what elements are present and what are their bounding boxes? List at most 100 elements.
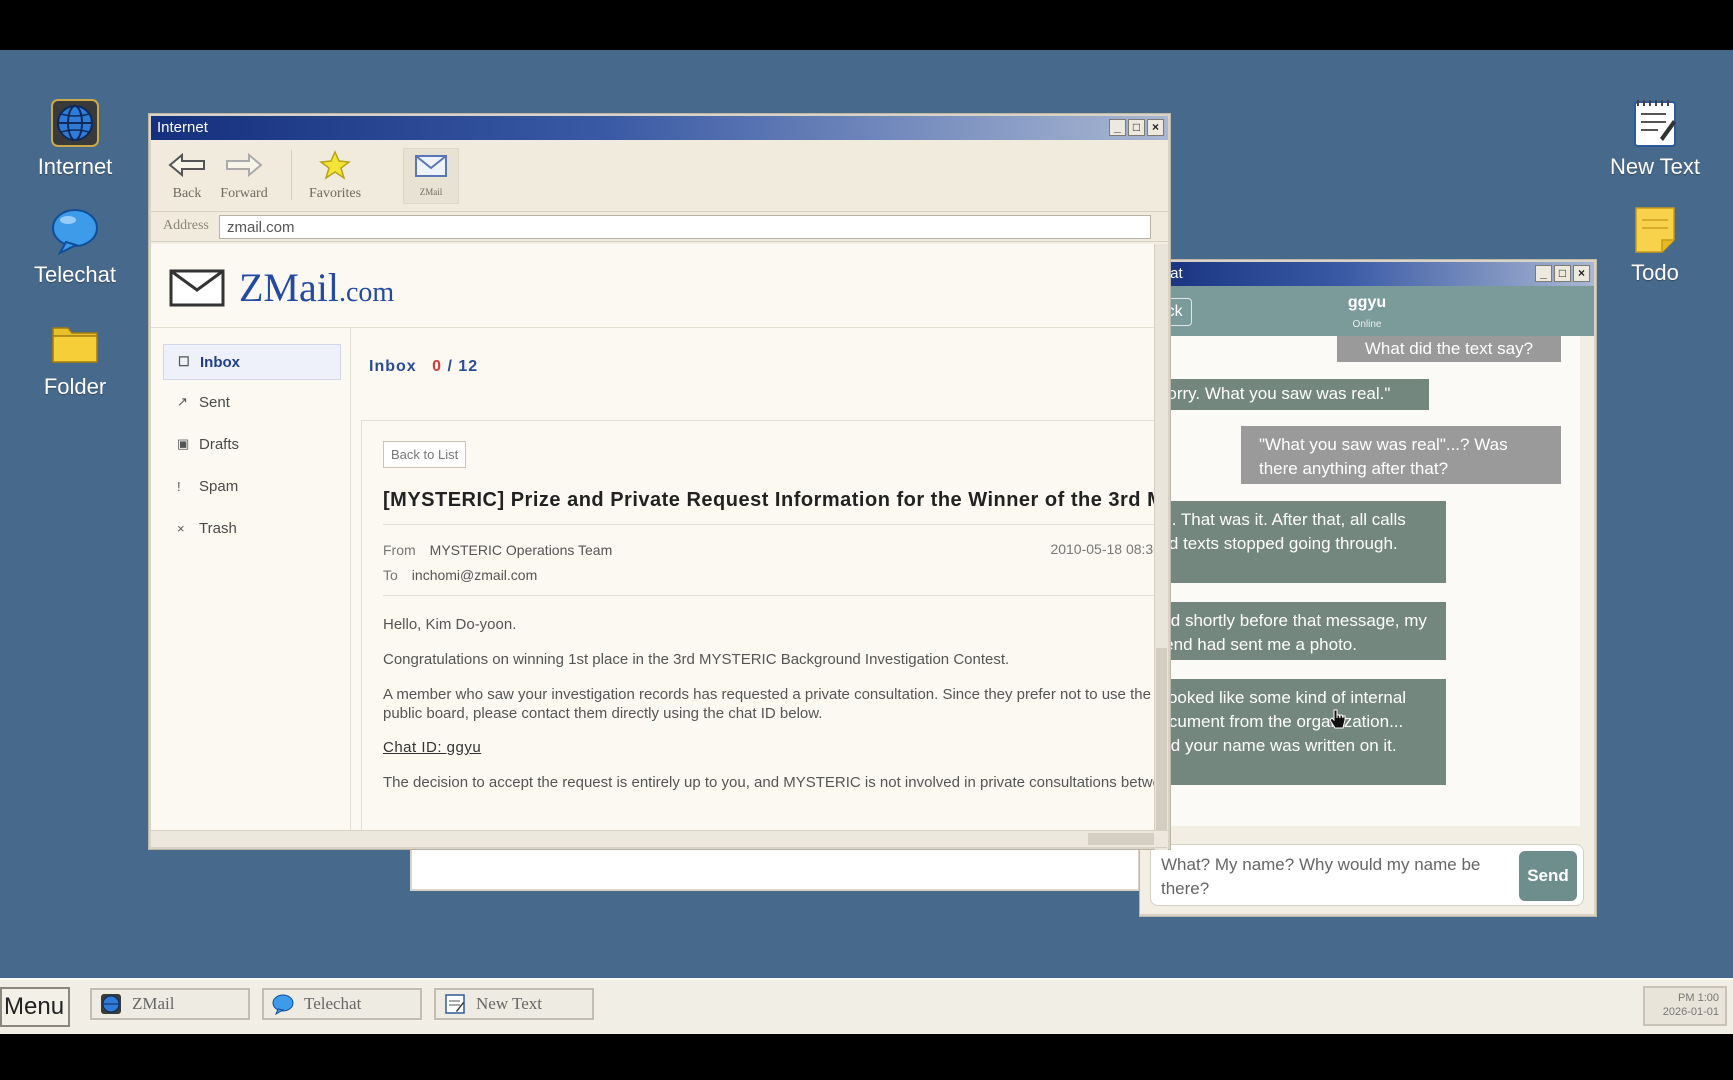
chat-bubble-icon: [272, 994, 294, 1015]
chat-contact-status: Online: [1352, 319, 1382, 330]
back-to-list-button[interactable]: Back to List: [383, 441, 467, 468]
desktop-icon-folder[interactable]: Folder: [10, 318, 140, 400]
taskbar-item-telechat[interactable]: Telechat: [262, 988, 422, 1020]
telechat-window: echat _ □ × Back ggyu Online What did th…: [1138, 260, 1596, 916]
sidebar-item-label: Sent: [199, 393, 230, 411]
address-label: Address: [163, 218, 209, 233]
desktop-icon-todo[interactable]: Todo: [1590, 204, 1720, 286]
mail-view: Back to List [MYSTERIC] Prize and Privat…: [361, 420, 1168, 832]
mail-content: Inbox 0 / 12 Back to List [MYSTERIC] Pri…: [351, 328, 1168, 832]
sidebar-item-trash[interactable]: × Trash: [163, 510, 341, 546]
clock-date: 2026-01-01: [1662, 1006, 1719, 1018]
mail-subject: [MYSTERIC] Prize and Private Request Inf…: [383, 489, 1168, 511]
sidebar-item-label: Drafts: [199, 435, 240, 453]
taskbar: Menu ZMail Telechat New Text PM 1:00 202…: [0, 978, 1733, 1034]
mail-to: To inchomi@zmail.com: [383, 567, 537, 583]
desktop-icon-label: New Text: [1609, 154, 1701, 179]
minimize-button[interactable]: _: [1535, 265, 1552, 282]
inbox-label: Inbox: [369, 358, 417, 375]
taskbar-item-zmail[interactable]: ZMail: [90, 988, 250, 1020]
taskbar-clock[interactable]: PM 1:00 2026-01-01: [1643, 986, 1727, 1026]
mail-paragraph: Congratulations on winning 1st place in …: [383, 651, 1010, 668]
close-button[interactable]: ×: [1147, 119, 1164, 136]
send-button[interactable]: Send: [1519, 851, 1577, 901]
scroll-thumb[interactable]: [1156, 648, 1167, 848]
brand-tld: .com: [338, 277, 395, 308]
mail-paragraph: public board, please contact them direct…: [383, 705, 823, 722]
mail-paragraph: The decision to accept the request is en…: [383, 774, 1168, 791]
globe-icon: [101, 994, 121, 1014]
sidebar-item-inbox[interactable]: ☐ Inbox: [163, 344, 341, 380]
sidebar-item-spam[interactable]: ! Spam: [163, 468, 341, 504]
internet-titlebar[interactable]: Internet _ □ ×: [151, 116, 1168, 140]
mail-envelope-icon: [169, 269, 225, 306]
desktop-icon-label: Telechat: [34, 262, 116, 287]
back-button[interactable]: Back: [167, 150, 207, 202]
chat-message-incoming: No. That was it. After that, all calls a…: [1140, 501, 1446, 583]
address-bar: Address zmail.com: [151, 212, 1168, 242]
notepad-icon: [1634, 100, 1676, 147]
chat-input[interactable]: What? My name? Why would my name be ther…: [1150, 844, 1584, 906]
window-title: Internet: [157, 119, 208, 136]
toolbar-divider: [291, 150, 292, 200]
vertical-scrollbar[interactable]: [1154, 244, 1168, 850]
taskbar-item-new-text[interactable]: New Text: [434, 988, 594, 1020]
maximize-button[interactable]: □: [1128, 119, 1145, 136]
zmail-logo[interactable]: ZMail.com: [169, 264, 394, 311]
globe-icon: [51, 99, 99, 147]
to-value: inchomi@zmail.com: [411, 567, 538, 583]
sidebar-item-drafts[interactable]: ▣ Drafts: [163, 426, 341, 462]
horizontal-scrollbar[interactable]: [151, 830, 1168, 847]
divider: [383, 524, 1168, 525]
chat-id-text: Chat ID: ggyu: [383, 739, 482, 756]
taskbar-item-label: Telechat: [304, 994, 362, 1013]
chat-input-text[interactable]: What? My name? Why would my name be ther…: [1161, 853, 1491, 901]
zmail-label: ZMail: [419, 187, 443, 197]
zmail-button[interactable]: ZMail: [403, 148, 459, 204]
chat-message-incoming: It looked like some kind of internal doc…: [1140, 679, 1446, 785]
inbox-icon: ☐: [178, 354, 190, 369]
webpage: ZMail.com ☐ Inbox ↗ Sent ▣ Drafts ! Spam × Tr…: [151, 244, 1168, 832]
back-label: Back: [172, 186, 202, 201]
address-input[interactable]: zmail.com: [219, 215, 1151, 239]
total-count: / 12: [447, 358, 479, 375]
mail-from: From MYSTERIC Operations Team: [383, 542, 612, 558]
brand-name: ZMail: [239, 265, 339, 310]
folder-icon: [52, 327, 98, 363]
background-window[interactable]: [410, 847, 1140, 891]
browser-toolbar: Back Forward Favorites ZMail: [151, 140, 1168, 212]
favorites-button[interactable]: Favorites: [305, 150, 365, 202]
desktop-icon-new-text[interactable]: New Text: [1590, 98, 1720, 180]
to-label: To: [383, 567, 398, 583]
mail-chat-id: Chat ID: ggyu: [383, 738, 1168, 758]
mail-envelope-icon: [415, 155, 447, 177]
close-button[interactable]: ×: [1573, 265, 1590, 282]
desktop-icon-label: Todo: [1631, 260, 1679, 285]
from-value: MYSTERIC Operations Team: [429, 542, 613, 558]
sidebar-item-sent[interactable]: ↗ Sent: [163, 384, 341, 420]
menu-button[interactable]: Menu: [0, 987, 70, 1027]
maximize-button[interactable]: □: [1554, 265, 1571, 282]
clock-time: PM 1:00: [1678, 992, 1719, 1004]
desktop-icon-telechat[interactable]: Telechat: [10, 206, 140, 288]
mail-paragraph: A member who saw your investigation reco…: [383, 686, 1151, 703]
taskbar-item-label: ZMail: [132, 994, 175, 1013]
telechat-titlebar[interactable]: echat _ □ ×: [1140, 262, 1594, 286]
sent-icon: ↗: [177, 394, 188, 409]
chat-message-incoming: And shortly before that message, my frie…: [1140, 602, 1446, 660]
desktop-icon-label: Folder: [43, 374, 107, 399]
scroll-thumb[interactable]: [1088, 833, 1154, 845]
sidebar-item-label: Inbox: [200, 353, 240, 371]
taskbar-item-label: New Text: [476, 994, 543, 1013]
desktop-icon-internet[interactable]: Internet: [10, 98, 140, 180]
forward-button[interactable]: Forward: [219, 150, 269, 202]
star-icon: [319, 150, 351, 180]
desktop: Internet Telechat Folder New Text Todo _…: [0, 50, 1733, 978]
mail-sidebar: ☐ Inbox ↗ Sent ▣ Drafts ! Spam × Trash: [151, 328, 351, 832]
minimize-button[interactable]: _: [1109, 119, 1126, 136]
forward-label: Forward: [220, 186, 268, 201]
chat-message-list[interactable]: What did the text say? "Sorry. What you …: [1140, 336, 1580, 826]
sticky-note-icon: [1635, 207, 1675, 253]
sidebar-item-label: Trash: [199, 519, 237, 537]
chat-contact-name: ggyu: [1347, 294, 1387, 311]
